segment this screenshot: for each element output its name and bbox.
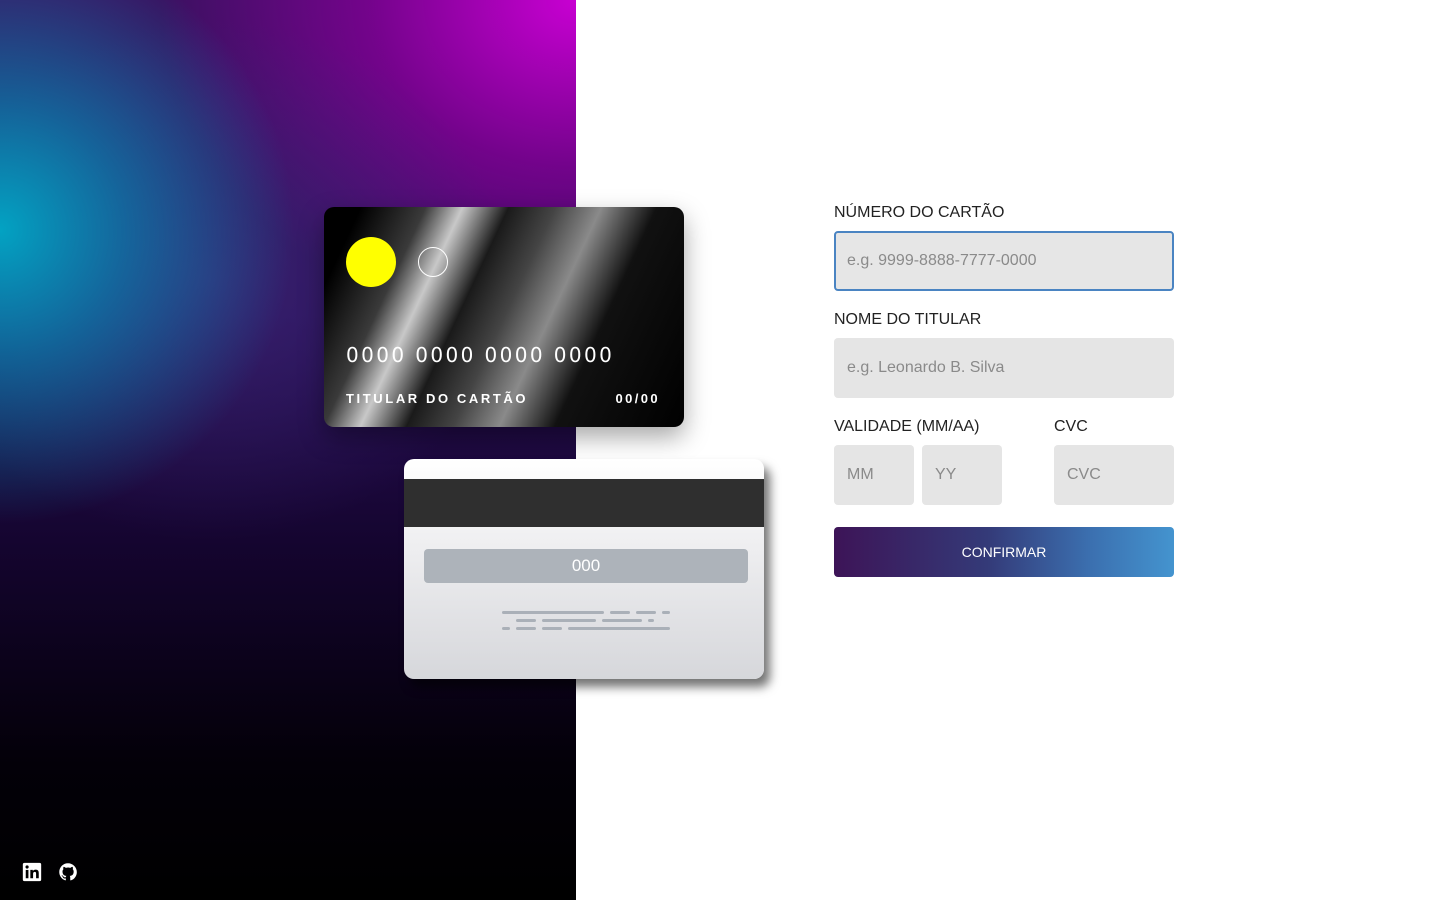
decorative-background (0, 0, 576, 900)
expiry-month-input[interactable] (834, 445, 914, 505)
holder-name-label: NOME DO TITULAR (834, 311, 982, 328)
cvc-group: CVC (1054, 418, 1174, 505)
confirm-button[interactable]: CONFIRMAR (834, 527, 1174, 577)
card-logo-circle-filled (346, 237, 396, 287)
expiry-cvc-row: VALIDADE (MM/AA) CVC (834, 418, 1174, 505)
expiry-group: VALIDADE (MM/AA) (834, 418, 1002, 505)
card-number-preview: 0000 0000 0000 0000 (346, 343, 615, 367)
card-number-input[interactable] (834, 231, 1174, 291)
card-back-decoration (502, 611, 670, 635)
expiry-year-input[interactable] (922, 445, 1002, 505)
cvc-label: CVC (1054, 418, 1088, 435)
social-links (22, 862, 78, 882)
cvc-input[interactable] (1054, 445, 1174, 505)
card-number-group: NÚMERO DO CARTÃO (834, 204, 1174, 291)
holder-name-input[interactable] (834, 338, 1174, 398)
github-icon[interactable] (58, 862, 78, 882)
holder-name-group: NOME DO TITULAR (834, 311, 1174, 398)
card-back-preview: 000 (404, 459, 764, 679)
card-cvc-preview: 000 (424, 549, 748, 583)
expiry-label: VALIDADE (MM/AA) (834, 418, 980, 435)
card-expiry-preview: 00/00 (615, 391, 660, 406)
linkedin-icon[interactable] (22, 862, 42, 882)
card-front-preview: 0000 0000 0000 0000 TITULAR DO CARTÃO 00… (324, 207, 684, 427)
payment-form: NÚMERO DO CARTÃO NOME DO TITULAR VALIDAD… (834, 204, 1174, 577)
card-logo-circle-outline (418, 247, 448, 277)
card-holder-preview: TITULAR DO CARTÃO (346, 391, 529, 406)
card-number-label: NÚMERO DO CARTÃO (834, 204, 1005, 221)
magnetic-stripe (404, 479, 764, 527)
